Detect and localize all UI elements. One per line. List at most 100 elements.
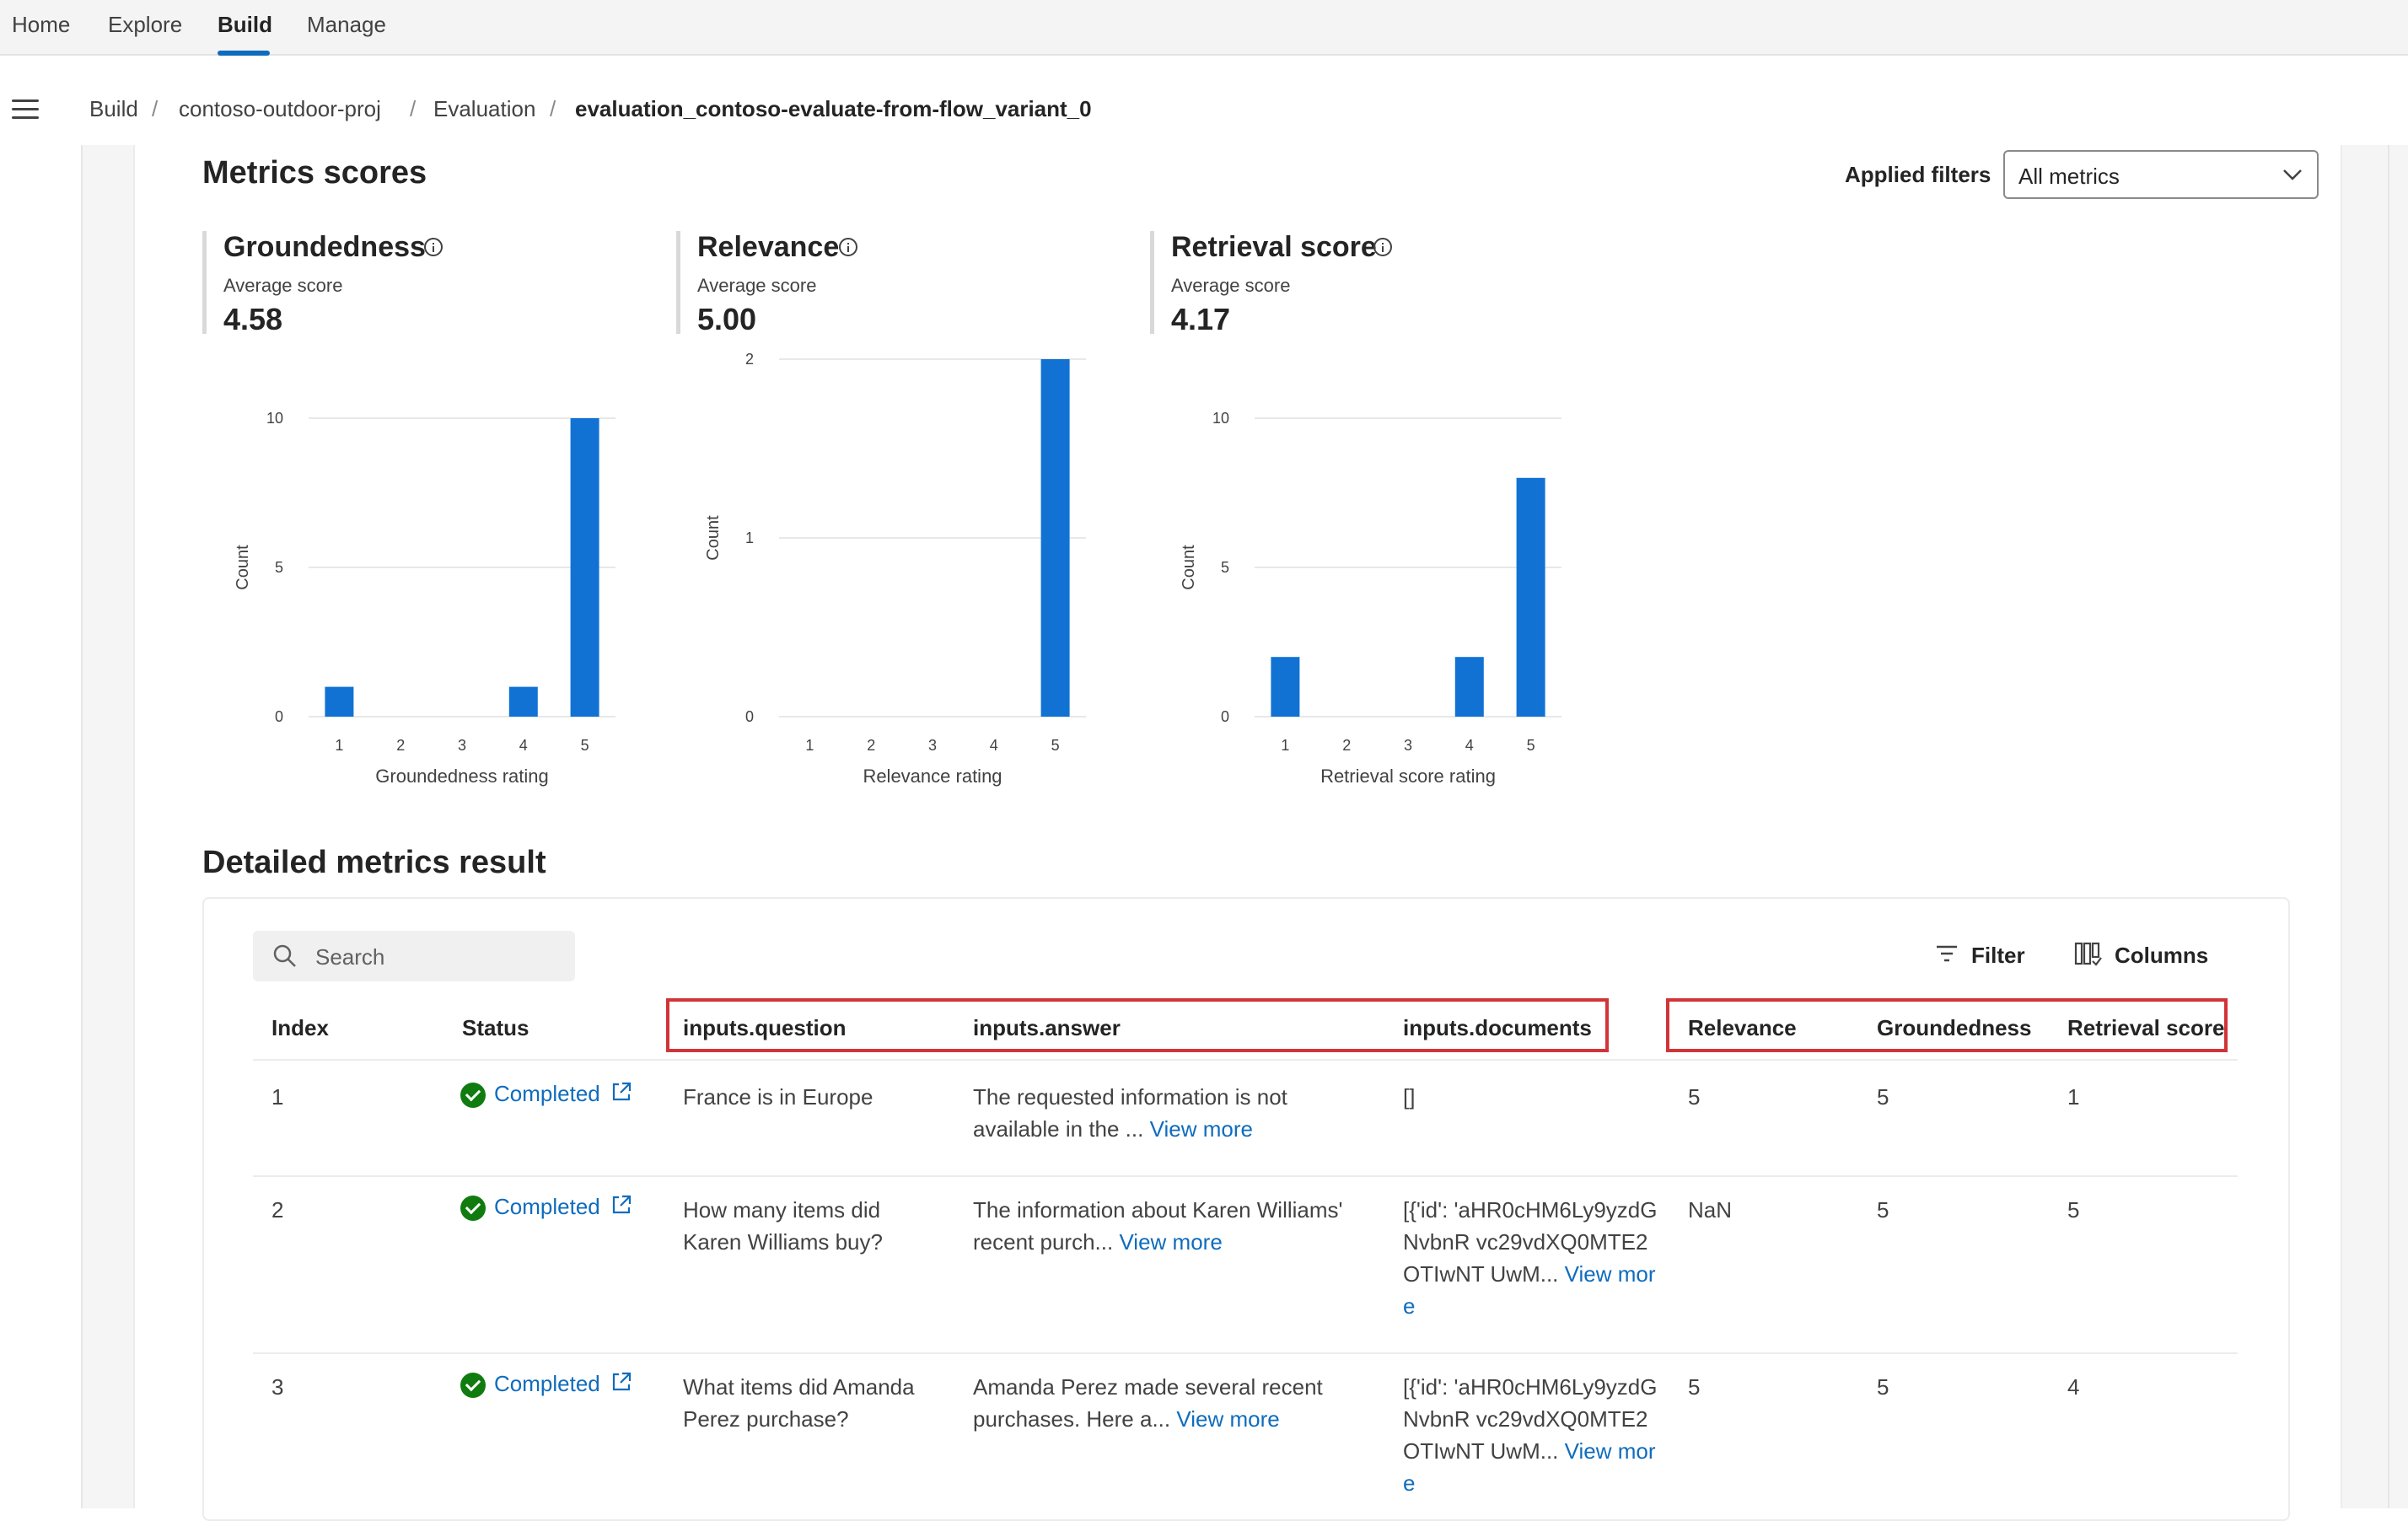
cell-documents: [{'id': 'aHR0cHM6Ly9yzdGNvbnR vc29vdXQ0M… (1403, 1371, 1664, 1499)
x-tick-label: 4 (519, 737, 528, 754)
status-completed[interactable]: Completed (460, 1081, 637, 1113)
hamburger-menu-icon[interactable] (12, 99, 39, 120)
y-tick-label: 5 (1221, 559, 1229, 576)
x-tick-label: 4 (990, 737, 998, 754)
y-axis-label: Count (234, 545, 252, 590)
bar (325, 686, 354, 717)
status-link[interactable]: Completed (494, 1371, 600, 1397)
x-tick-label: 4 (1465, 737, 1474, 754)
check-circle-icon (460, 1196, 486, 1221)
columns-button[interactable]: Columns (2115, 943, 2208, 969)
x-tick-label: 3 (458, 737, 466, 754)
cell-documents: [{'id': 'aHR0cHM6Ly9yzdGNvbnR vc29vdXQ0M… (1403, 1194, 1664, 1322)
x-axis-label: Retrieval score rating (1320, 766, 1496, 787)
status-completed[interactable]: Completed (460, 1194, 637, 1226)
bar (508, 686, 538, 717)
scrollbar-track[interactable] (2388, 145, 2389, 1508)
y-tick-label: 0 (1221, 708, 1229, 725)
cell-answer: The requested information is not availab… (973, 1081, 1336, 1145)
breadcrumb-current: evaluation_contoso-evaluate-from-flow_va… (575, 96, 1092, 121)
x-tick-label: 2 (396, 737, 405, 754)
x-tick-label: 5 (581, 737, 589, 754)
cell-relevance: NaN (1688, 1197, 1733, 1223)
column-header-status[interactable]: Status (462, 1015, 529, 1041)
inputs-columns-highlight (666, 998, 1609, 1052)
search-input[interactable]: Search (253, 931, 575, 981)
groundedness-histogram: 0 5 10 1 2 3 4 5 Groundedness rating Count (234, 410, 615, 787)
columns-icon[interactable] (2074, 941, 2103, 968)
x-tick-label: 5 (1051, 737, 1060, 754)
tab-explore[interactable]: Explore (108, 12, 182, 38)
info-icon[interactable] (1373, 238, 1392, 256)
cell-groundedness: 5 (1877, 1374, 1889, 1400)
right-gutter (2341, 145, 2408, 1508)
tab-build[interactable]: Build (218, 12, 272, 38)
metrics-columns-highlight (1666, 998, 2228, 1052)
row-divider (253, 1175, 2238, 1177)
breadcrumb-separator: / (410, 96, 417, 121)
y-axis-label: Count (1180, 545, 1198, 590)
card-value: 4.58 (223, 302, 283, 336)
breadcrumb-separator: / (152, 96, 159, 121)
y-tick-label: 5 (275, 559, 283, 576)
applied-filters-label: Applied filters (1845, 162, 1991, 187)
cell-groundedness: 5 (1877, 1197, 1889, 1223)
check-circle-icon (460, 1373, 486, 1398)
breadcrumb-evaluation[interactable]: Evaluation (433, 96, 535, 122)
status-link[interactable]: Completed (494, 1081, 600, 1107)
status-completed[interactable]: Completed (460, 1371, 637, 1403)
bar (1516, 477, 1545, 717)
top-navigation: Home Explore Build Manage (0, 0, 2408, 56)
y-tick-label: 2 (745, 351, 754, 368)
card-title: Groundedness (223, 231, 426, 263)
y-tick-label: 0 (745, 708, 754, 725)
y-tick-label: 0 (275, 708, 283, 725)
x-tick-label: 1 (1281, 737, 1289, 754)
breadcrumb-project[interactable]: contoso-outdoor-proj (179, 96, 381, 122)
y-tick-label: 10 (266, 410, 283, 427)
card-label: Average score (1171, 275, 1291, 296)
x-tick-label: 3 (928, 737, 937, 754)
open-external-icon[interactable] (610, 1371, 632, 1393)
filter-button[interactable]: Filter (1971, 943, 2025, 969)
view-more-link[interactable]: View more (1150, 1116, 1253, 1142)
cell-index: 3 (271, 1374, 284, 1400)
x-tick-label: 3 (1404, 737, 1412, 754)
header-divider (253, 1059, 2238, 1061)
view-more-link[interactable]: View more (1119, 1229, 1222, 1255)
open-external-icon[interactable] (610, 1081, 632, 1103)
breadcrumb-build[interactable]: Build (89, 96, 138, 122)
left-gutter (83, 145, 135, 1508)
info-icon[interactable] (839, 238, 857, 256)
x-axis-label: Groundedness rating (375, 766, 548, 787)
bar (1454, 657, 1484, 717)
cell-question: What items did Amanda Perez purchase? (683, 1374, 915, 1432)
breadcrumb-separator: / (550, 96, 556, 121)
y-tick-label: 10 (1212, 410, 1229, 427)
tab-home[interactable]: Home (12, 12, 70, 38)
left-rail (0, 145, 83, 1508)
x-tick-label: 1 (335, 737, 343, 754)
relevance-card: Relevance Average score 5.00 (676, 231, 1115, 336)
filter-icon[interactable] (1934, 941, 1959, 966)
metrics-filter-dropdown[interactable]: All metrics (2003, 150, 2319, 199)
card-label: Average score (223, 275, 343, 296)
tab-manage[interactable]: Manage (307, 12, 386, 38)
card-title: Relevance (697, 231, 840, 263)
x-tick-label: 1 (805, 737, 814, 754)
y-tick-label: 1 (745, 529, 754, 546)
y-axis-label: Count (704, 515, 723, 561)
info-icon[interactable] (424, 238, 443, 256)
cell-relevance: 5 (1688, 1374, 1701, 1400)
groundedness-card: Groundedness Average score 4.58 (202, 231, 641, 336)
cell-question: France is in Europe (683, 1084, 873, 1110)
status-link[interactable]: Completed (494, 1194, 600, 1220)
cell-retrieval-score: 1 (2067, 1084, 2080, 1110)
x-tick-label: 5 (1527, 737, 1535, 754)
view-more-link[interactable]: View more (1176, 1406, 1279, 1432)
cell-groundedness: 5 (1877, 1084, 1889, 1110)
detailed-metrics-title: Detailed metrics result (202, 845, 546, 880)
column-header-index[interactable]: Index (271, 1015, 329, 1041)
cell-relevance: 5 (1688, 1084, 1701, 1110)
open-external-icon[interactable] (610, 1194, 632, 1216)
